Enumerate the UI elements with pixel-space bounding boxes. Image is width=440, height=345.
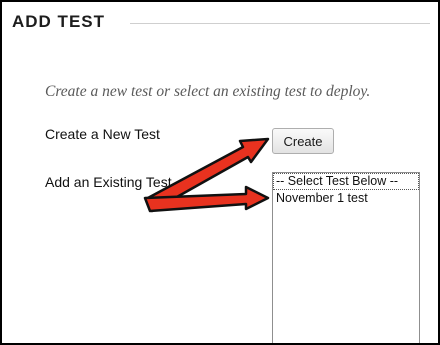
title-divider xyxy=(130,23,430,24)
section-title: ADD TEST xyxy=(12,12,105,31)
select-option-placeholder[interactable]: -- Select Test Below -- xyxy=(273,173,419,190)
existing-test-select[interactable]: -- Select Test Below -- November 1 test xyxy=(272,172,420,343)
add-test-panel: ADD TEST Create a new test or select an … xyxy=(0,0,440,345)
create-button[interactable]: Create xyxy=(272,128,334,154)
select-option-test[interactable]: November 1 test xyxy=(273,190,419,207)
create-new-test-label: Create a New Test xyxy=(45,126,160,142)
instructions-text: Create a new test or select an existing … xyxy=(45,83,371,100)
add-existing-test-label: Add an Existing Test xyxy=(45,174,172,190)
